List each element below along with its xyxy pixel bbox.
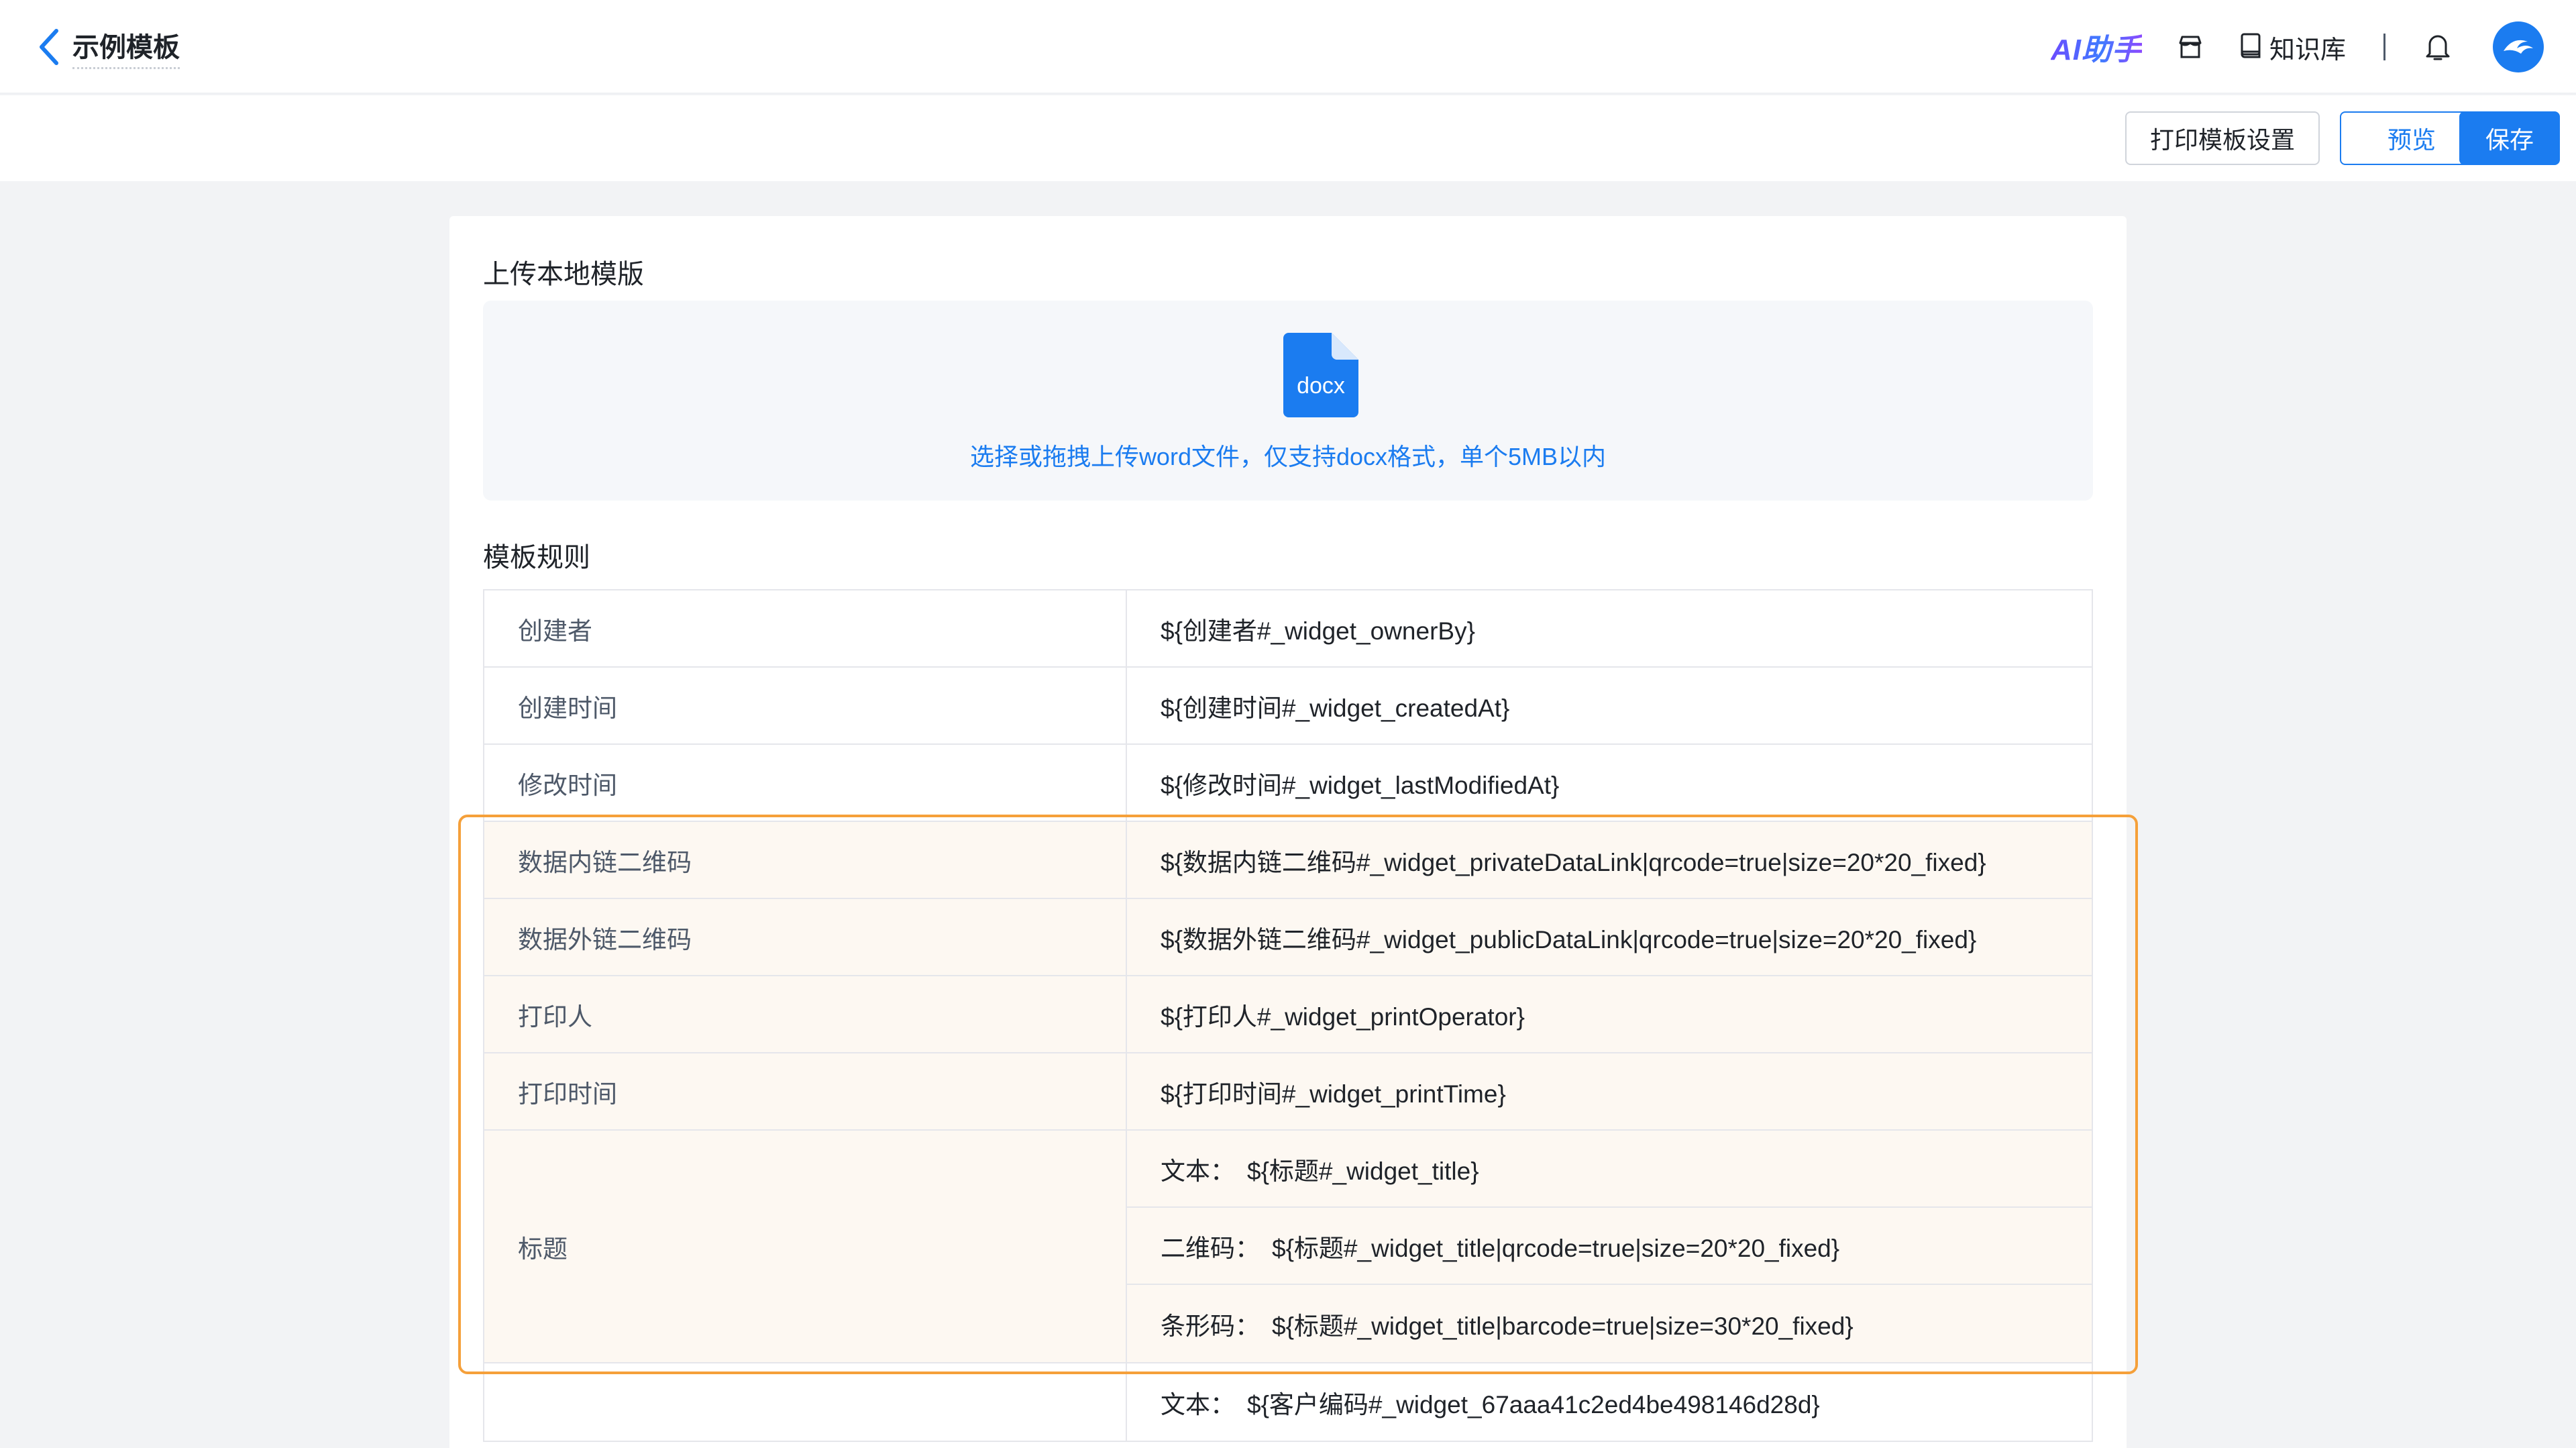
rule-sub-label: 文本： xyxy=(1161,1157,1235,1185)
table-row: 修改时间 ${修改时间#_widget_lastModifiedAt} xyxy=(483,745,2093,822)
header-actions: AI助手 知识库 xyxy=(2051,19,2544,75)
bell-icon[interactable] xyxy=(2423,31,2453,63)
rule-name: 创建者 xyxy=(483,590,1127,666)
rule-sub-text: ${标题#_widget_title} xyxy=(1247,1157,1479,1185)
table-row: 创建时间 ${创建时间#_widget_createdAt} xyxy=(483,668,2093,745)
print-settings-button[interactable]: 打印模板设置 xyxy=(2125,111,2320,165)
rule-name: 创建时间 xyxy=(483,668,1127,743)
table-row: 创建者 ${创建者#_widget_ownerBy} xyxy=(483,590,2093,668)
ai-assistant-button[interactable]: AI助手 xyxy=(2051,25,2142,68)
rule-name: 打印时间 xyxy=(483,1053,1127,1129)
avatar[interactable] xyxy=(2493,21,2544,72)
rule-name: 打印人 xyxy=(483,976,1127,1052)
rule-values: 文本： ${客户编码#_widget_67aaa41c2ed4be498146d… xyxy=(1127,1363,2093,1441)
rule-value: ${数据外链二维码#_widget_publicDataLink|qrcode=… xyxy=(1127,899,2093,975)
page-title: 示例模板 xyxy=(72,25,180,69)
chevron-left-icon[interactable] xyxy=(38,28,60,66)
table-row-group-title: 标题 文本： ${标题#_widget_title} 二维码： ${标题#_wi… xyxy=(483,1131,2093,1363)
rule-value: ${打印时间#_widget_printTime} xyxy=(1127,1053,2093,1129)
rule-sub-label: 二维码： xyxy=(1161,1234,1260,1262)
rule-value: ${修改时间#_widget_lastModifiedAt} xyxy=(1127,745,2093,821)
action-toolbar: 打印模板设置 预览 保存 xyxy=(0,95,2576,181)
top-bar: 示例模板 AI助手 知识库 xyxy=(0,0,2576,94)
upload-section-title: 上传本地模版 xyxy=(483,260,644,289)
rule-sub-value: 文本： ${标题#_widget_title} xyxy=(1127,1131,2092,1208)
store-icon[interactable] xyxy=(2177,34,2204,60)
save-button[interactable]: 保存 xyxy=(2459,111,2560,165)
upload-dropzone[interactable]: docx 选择或拖拽上传word文件，仅支持docx格式，单个5MB以内 xyxy=(483,301,2093,501)
table-row: 打印人 ${打印人#_widget_printOperator} xyxy=(483,976,2093,1053)
rule-name: 修改时间 xyxy=(483,745,1127,821)
docx-label: docx xyxy=(1297,373,1345,399)
docx-file-icon: docx xyxy=(1283,333,1358,421)
rule-value: ${创建时间#_widget_createdAt} xyxy=(1127,668,2093,743)
header-divider xyxy=(2383,34,2385,60)
rule-sub-label: 文本： xyxy=(1161,1390,1235,1418)
rule-sub-value: 二维码： ${标题#_widget_title|qrcode=true|size… xyxy=(1127,1208,2092,1285)
table-row: 打印时间 ${打印时间#_widget_printTime} xyxy=(483,1053,2093,1131)
table-row: 数据内链二维码 ${数据内链二维码#_widget_privateDataLin… xyxy=(483,822,2093,899)
knowledge-base-label: 知识库 xyxy=(2269,36,2346,64)
table-row: 数据外链二维码 ${数据外链二维码#_widget_publicDataLink… xyxy=(483,899,2093,976)
table-row-group-customer: 文本： ${客户编码#_widget_67aaa41c2ed4be498146d… xyxy=(483,1363,2093,1442)
upload-hint: 选择或拖拽上传word文件，仅支持docx格式，单个5MB以内 xyxy=(969,443,1607,470)
rule-sub-text: ${客户编码#_widget_67aaa41c2ed4be498146d28d} xyxy=(1247,1390,1820,1418)
knowledge-base-button[interactable]: 知识库 xyxy=(2239,29,2346,66)
back-nav[interactable]: 示例模板 xyxy=(38,25,180,69)
rule-values: 文本： ${标题#_widget_title} 二维码： ${标题#_widge… xyxy=(1127,1131,2093,1362)
rule-value: ${打印人#_widget_printOperator} xyxy=(1127,976,2093,1052)
rule-sub-label: 条形码： xyxy=(1161,1312,1260,1340)
rule-sub-value: 条形码： ${标题#_widget_title|barcode=true|siz… xyxy=(1127,1285,2092,1362)
rule-name: 标题 xyxy=(483,1131,1127,1362)
rule-sub-text: ${标题#_widget_title|barcode=true|size=30*… xyxy=(1272,1312,1854,1340)
book-icon xyxy=(2239,32,2263,62)
rules-table: 创建者 ${创建者#_widget_ownerBy} 创建时间 ${创建时间#_… xyxy=(483,589,2093,1442)
template-card: 上传本地模版 docx 选择或拖拽上传word文件，仅支持docx格式，单个5M… xyxy=(449,216,2127,1448)
rule-value: ${创建者#_widget_ownerBy} xyxy=(1127,590,2093,666)
rule-name xyxy=(483,1363,1127,1441)
rule-value: ${数据内链二维码#_widget_privateDataLink|qrcode… xyxy=(1127,822,2093,898)
rules-section-title: 模板规则 xyxy=(483,543,590,572)
rule-sub-value: 文本： ${客户编码#_widget_67aaa41c2ed4be498146d… xyxy=(1127,1363,2092,1441)
rule-name: 数据外链二维码 xyxy=(483,899,1127,975)
rule-sub-text: ${标题#_widget_title|qrcode=true|size=20*2… xyxy=(1272,1234,1840,1262)
rule-name: 数据内链二维码 xyxy=(483,822,1127,898)
